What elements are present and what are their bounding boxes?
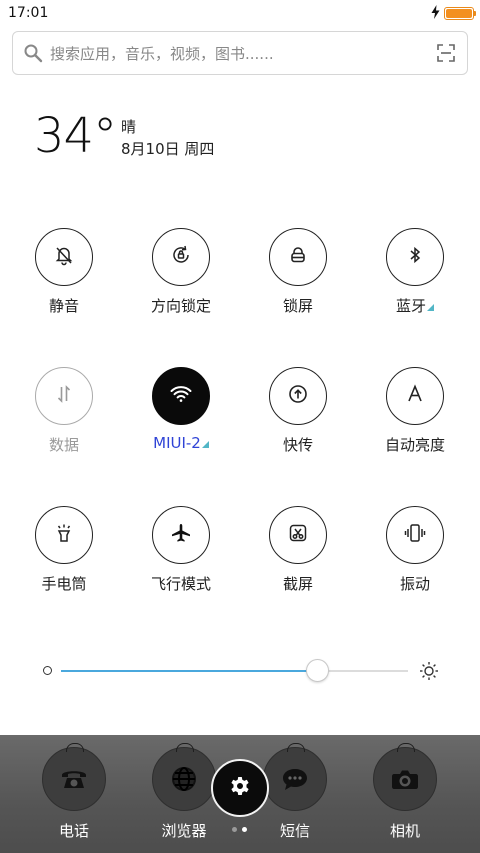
wifi-network-name: MIUI-2	[153, 434, 201, 452]
rotation-lock-icon	[170, 244, 192, 270]
toggle-quick-transfer-label: 快传	[282, 436, 313, 454]
battery-icon	[444, 6, 476, 20]
bell-muted-icon	[53, 244, 75, 270]
brightness-low-icon	[43, 666, 52, 675]
toggle-screenshot[interactable]: 截屏	[243, 506, 353, 606]
toggle-mute[interactable]: 静音	[9, 228, 119, 328]
wifi-icon	[169, 383, 193, 409]
dock-app-label: 电话	[58, 822, 89, 840]
dock-app-label: 相机	[389, 822, 420, 840]
battery-level	[446, 8, 472, 18]
toggle-quick-transfer[interactable]: 快传	[243, 367, 353, 467]
temperature[interactable]: 34°	[34, 108, 117, 164]
gear-icon	[228, 774, 252, 802]
toggle-bluetooth-circle[interactable]	[386, 228, 444, 286]
lock-icon	[287, 244, 309, 270]
weather-date: 8月10日 周四	[121, 140, 215, 158]
phone-icon[interactable]	[42, 743, 106, 811]
charging-icon	[431, 4, 440, 23]
toggle-vibrate[interactable]: 振动	[360, 506, 470, 606]
toggle-flashlight[interactable]: 手电筒	[9, 506, 119, 606]
vibrate-icon	[403, 522, 427, 548]
message-icon[interactable]	[263, 743, 327, 811]
toggle-airplane-mode-circle[interactable]	[152, 506, 210, 564]
weather-condition: 晴	[121, 118, 137, 136]
toggle-airplane-mode-label: 飞行模式	[150, 575, 211, 593]
toggle-mute-circle[interactable]	[35, 228, 93, 286]
status-time: 17:01	[8, 5, 49, 21]
toggle-auto-brightness[interactable]: 自动亮度	[360, 367, 470, 467]
toggle-lock-screen[interactable]: 锁屏	[243, 228, 353, 328]
toggle-auto-brightness-circle[interactable]	[386, 367, 444, 425]
toggle-mobile-data-circle[interactable]	[35, 367, 93, 425]
toggle-mute-label: 静音	[48, 297, 79, 315]
toggle-rotation-lock[interactable]: 方向锁定	[126, 228, 236, 328]
toggle-mobile-data-label: 数据	[48, 436, 79, 454]
page-indicator	[232, 827, 247, 832]
toggle-wifi-circle[interactable]	[152, 367, 210, 425]
toggle-wifi[interactable]: MIUI-2	[126, 367, 236, 467]
brightness-slider[interactable]	[61, 670, 408, 672]
brightness-slider-thumb[interactable]	[306, 659, 330, 682]
toggle-lock-screen-circle[interactable]	[269, 228, 327, 286]
auto-brightness-icon	[404, 383, 426, 409]
screenshot-icon	[287, 522, 309, 548]
search-placeholder[interactable]: 搜索应用，音乐，视频，图书......	[50, 43, 435, 64]
toggle-quick-transfer-circle[interactable]	[269, 367, 327, 425]
status-bar: 17:01	[0, 0, 480, 26]
dock-app-camera[interactable]: 相机	[355, 743, 455, 841]
search-icon	[22, 42, 44, 64]
search-bar[interactable]: 搜索应用，音乐，视频，图书......	[12, 31, 468, 75]
page-dot	[232, 827, 237, 832]
more-options-indicator	[201, 441, 209, 448]
dock-app-label: 浏览器	[161, 822, 207, 840]
scan-icon[interactable]	[435, 42, 457, 64]
mobile-data-icon	[53, 383, 75, 409]
toggle-flashlight-label: 手电筒	[41, 575, 87, 593]
toggle-auto-brightness-label: 自动亮度	[384, 436, 445, 454]
bluetooth-label-text: 蓝牙	[395, 297, 426, 315]
toggle-wifi-label: MIUI-2	[153, 434, 209, 452]
toggle-mobile-data[interactable]: 数据	[9, 367, 119, 467]
brightness-high-icon	[419, 661, 439, 681]
flashlight-icon	[53, 522, 75, 548]
settings-button[interactable]	[211, 759, 269, 817]
toggle-bluetooth-label: 蓝牙	[396, 295, 434, 316]
toggle-screenshot-circle[interactable]	[269, 506, 327, 564]
toggle-rotation-lock-circle[interactable]	[152, 228, 210, 286]
quick-transfer-icon	[287, 383, 309, 409]
toggle-airplane-mode[interactable]: 飞行模式	[126, 506, 236, 606]
airplane-icon	[170, 522, 192, 548]
toggle-lock-screen-label: 锁屏	[282, 297, 313, 315]
toggle-screenshot-label: 截屏	[282, 575, 313, 593]
bluetooth-icon	[404, 244, 426, 270]
dock-app-label: 短信	[279, 822, 310, 840]
toggle-rotation-lock-label: 方向锁定	[150, 297, 211, 315]
toggle-flashlight-circle[interactable]	[35, 506, 93, 564]
more-options-indicator	[427, 304, 434, 311]
status-indicators	[431, 4, 476, 23]
camera-icon[interactable]	[373, 743, 437, 811]
toggle-bluetooth[interactable]: 蓝牙	[360, 228, 470, 328]
dock-app-phone[interactable]: 电话	[24, 743, 124, 841]
toggle-vibrate-label: 振动	[399, 575, 430, 593]
globe-icon[interactable]	[152, 743, 216, 811]
brightness-slider-fill	[61, 670, 318, 672]
page-dot-active	[242, 827, 247, 832]
toggle-vibrate-circle[interactable]	[386, 506, 444, 564]
